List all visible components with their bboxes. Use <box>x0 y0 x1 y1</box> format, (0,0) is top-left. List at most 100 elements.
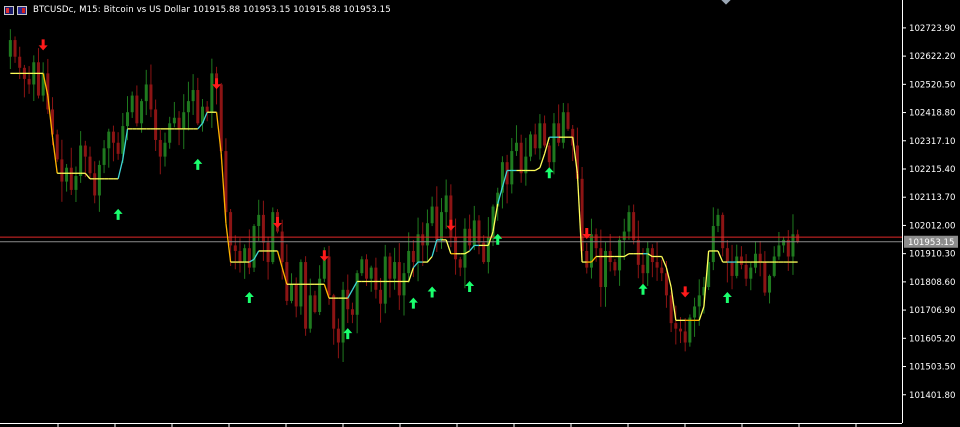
chart-title-bar: BTCUSDc, M15: Bitcoin vs US Dollar 10191… <box>4 3 391 17</box>
candle-body <box>290 284 294 301</box>
y-tick-label: 102723.90 <box>909 24 955 34</box>
y-tick-label: 101910.30 <box>909 250 955 260</box>
sell-arrow <box>272 216 282 228</box>
candle-body <box>182 112 186 129</box>
y-tick-label: 102113.70 <box>909 193 955 203</box>
buy-arrow <box>408 297 418 309</box>
candle-body <box>739 256 743 265</box>
y-tick-label: 101808.60 <box>909 278 955 288</box>
candle-body <box>772 256 776 276</box>
candle-body <box>613 262 617 271</box>
candle-body <box>664 273 668 296</box>
candle-body <box>294 284 298 307</box>
chart-title: BTCUSDc, M15: Bitcoin vs US Dollar 10191… <box>33 5 391 15</box>
candle-body <box>791 234 795 257</box>
candle-body <box>247 248 251 268</box>
candle-body <box>374 267 378 290</box>
candle-body <box>627 212 631 232</box>
trend-line-segment <box>661 256 668 268</box>
buy-arrow <box>722 292 732 304</box>
buy-arrow <box>427 286 437 298</box>
sell-arrow <box>446 219 456 231</box>
candle-body <box>397 262 401 296</box>
candle-body <box>233 245 237 251</box>
candle-body <box>594 234 598 249</box>
candle-body <box>196 90 200 124</box>
trend-line-segment <box>717 250 724 263</box>
trend-line-segment <box>534 167 541 172</box>
candle-body <box>8 40 12 57</box>
candle-body <box>55 134 59 160</box>
trend-line-segment <box>469 244 475 252</box>
candle-body <box>116 142 120 154</box>
candle-body <box>735 256 739 276</box>
candle-body <box>674 323 678 329</box>
trend-line-segment <box>623 253 630 258</box>
price-chart[interactable]: 102723.90 102622.20 102520.50 102418.80 1023… <box>0 0 960 427</box>
candle-body <box>758 253 762 263</box>
candle-body <box>369 267 373 279</box>
candle-body <box>449 195 453 238</box>
y-tick-label: 102418.80 <box>909 109 955 119</box>
chart-window[interactable]: 102723.90 102622.20 102520.50 102418.80 1023… <box>0 0 960 427</box>
candle-body <box>547 145 551 163</box>
y-tick-label: 102215.40 <box>909 165 955 175</box>
symbol-flag-icon <box>4 5 14 15</box>
buy-arrow <box>638 283 648 295</box>
candle-body <box>557 123 561 143</box>
candle-body <box>632 212 636 240</box>
candle-body <box>697 295 701 307</box>
y-tick-label: 102520.50 <box>909 80 955 90</box>
candle-body <box>243 248 247 263</box>
candle-body <box>126 112 130 127</box>
candle-body <box>510 151 514 185</box>
buy-arrow <box>465 280 475 292</box>
candle-body <box>13 40 17 57</box>
sell-arrow <box>319 250 329 262</box>
y-tick-label: 101503.50 <box>909 363 955 373</box>
candle-body <box>79 145 83 177</box>
candle-body <box>561 112 565 143</box>
candle-body <box>421 234 425 246</box>
candle-body <box>308 295 312 329</box>
candle-body <box>599 248 603 288</box>
candle-body <box>763 262 767 293</box>
candle-body <box>786 239 790 257</box>
candle-body <box>154 109 158 140</box>
candle-body <box>135 95 139 124</box>
candle-body <box>744 264 748 279</box>
sell-arrow <box>38 39 48 51</box>
candle-body <box>111 131 115 143</box>
candle-body <box>725 248 729 263</box>
candle-body <box>346 289 350 310</box>
candle-body <box>388 256 392 279</box>
trend-line-segment <box>539 153 546 168</box>
candle-body <box>27 78 31 85</box>
candle-body <box>327 256 331 296</box>
candle-body <box>332 295 336 329</box>
y-tick-label: 102012.00 <box>909 221 955 231</box>
candle-body <box>416 234 420 263</box>
candle-body <box>102 148 106 165</box>
candle-body <box>749 267 753 279</box>
trend-line-segment <box>426 256 433 263</box>
buy-arrow <box>343 328 353 340</box>
candle-body <box>252 225 256 268</box>
candle-body <box>65 167 69 182</box>
trend-line-segment <box>698 306 705 321</box>
candle-body <box>97 164 101 196</box>
candle-body <box>782 239 786 246</box>
y-tick-label: 101706.90 <box>909 306 955 316</box>
candle-body <box>768 275 772 293</box>
candle-body <box>172 117 176 124</box>
candle-body <box>393 262 397 279</box>
candle-body <box>158 139 162 157</box>
candle-body <box>60 159 64 182</box>
candle-body <box>693 306 697 318</box>
candle-body <box>678 328 682 332</box>
candle-body <box>411 250 415 263</box>
candle-body <box>36 62 40 96</box>
candle-body <box>730 262 734 276</box>
candle-body <box>336 328 340 343</box>
trend-line-segment <box>84 172 91 180</box>
